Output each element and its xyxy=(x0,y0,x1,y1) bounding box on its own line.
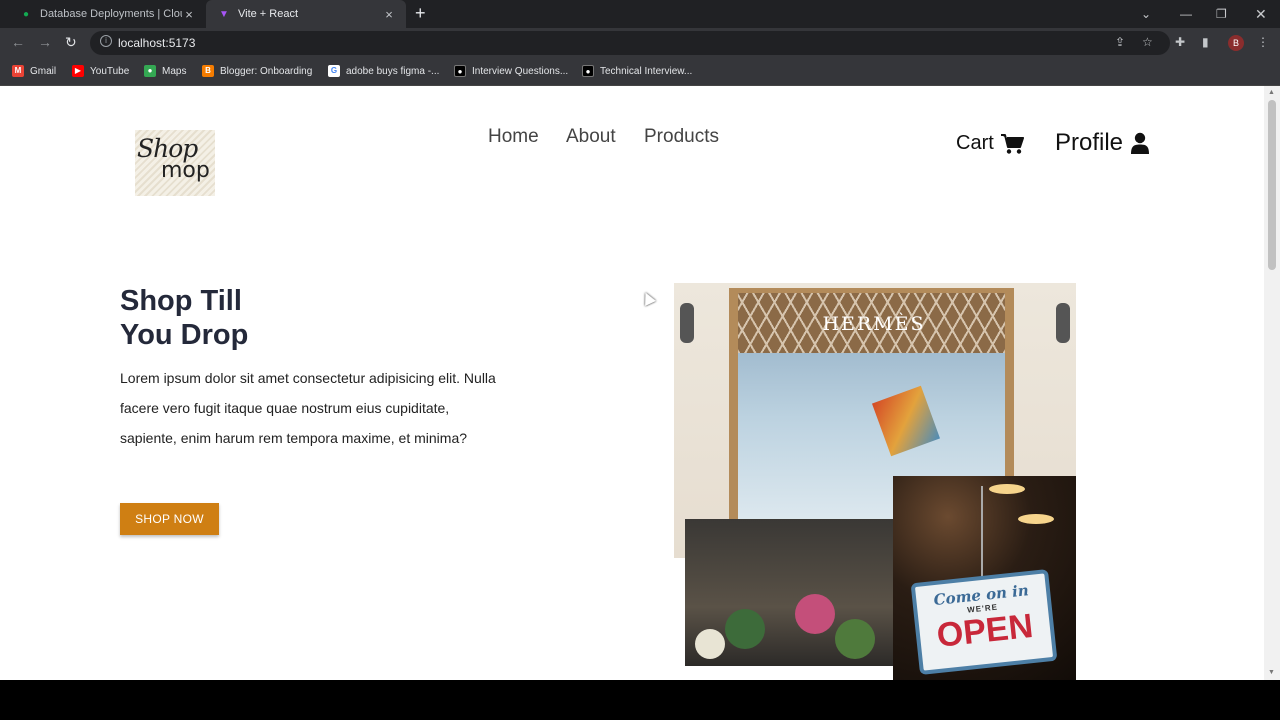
bookmark-label: Maps xyxy=(162,65,187,77)
restore-icon[interactable]: ❐ xyxy=(1216,0,1227,28)
browser-window: ● Database Deployments | Cloud: M × ▼ Vi… xyxy=(0,0,1280,680)
shop-now-button[interactable]: SHOP NOW xyxy=(120,503,219,535)
nav-products[interactable]: Products xyxy=(644,126,719,148)
page-scrollbar[interactable]: ▲ ▼ xyxy=(1264,86,1280,680)
menu-icon[interactable]: ⋮ xyxy=(1257,35,1269,49)
bookmark-star-icon[interactable]: ☆ xyxy=(1142,35,1153,49)
bookmark-gmail[interactable]: M Gmail xyxy=(12,65,56,77)
cart-label: Cart xyxy=(956,132,994,154)
bookmark-label: adobe buys figma -... xyxy=(346,65,440,77)
bookmark-label: Interview Questions... xyxy=(472,65,569,77)
new-tab-icon[interactable]: + xyxy=(415,4,426,22)
youtube-icon: ▶ xyxy=(72,65,84,77)
mongodb-leaf-icon: ● xyxy=(22,8,30,20)
scrollbar-thumb[interactable] xyxy=(1268,100,1276,270)
forward-icon[interactable]: → xyxy=(38,34,52,50)
bookmark-adobe-figma[interactable]: G adobe buys figma -... xyxy=(328,65,439,77)
medium-icon: ● xyxy=(582,65,594,77)
tab-vite-react[interactable]: ▼ Vite + React × xyxy=(206,0,406,28)
tab-search-icon[interactable]: ⌄ xyxy=(1141,0,1151,28)
minimize-icon[interactable]: — xyxy=(1180,0,1192,28)
tab-title: Vite + React xyxy=(238,8,299,20)
profile-label: Profile xyxy=(1055,129,1124,156)
bookmark-maps[interactable]: ● Maps xyxy=(144,65,186,77)
hero-title-line2: You Drop xyxy=(120,319,249,351)
logo-line2: mop xyxy=(161,158,210,183)
scroll-down-icon[interactable]: ▼ xyxy=(1268,669,1275,676)
site-logo[interactable]: Shop mop xyxy=(135,130,215,196)
bookmark-blogger[interactable]: B Blogger: Onboarding xyxy=(202,65,312,77)
close-icon[interactable]: × xyxy=(382,7,396,22)
google-icon: G xyxy=(328,65,340,77)
web-page: Shop mop Home About Products Cart Profil… xyxy=(0,86,1264,680)
profile-link[interactable]: Profile xyxy=(1055,129,1150,157)
bookmark-label: Blogger: Onboarding xyxy=(220,65,313,77)
close-icon[interactable]: × xyxy=(182,7,196,22)
mouse-cursor xyxy=(640,290,656,306)
address-bar[interactable]: i localhost:5173 xyxy=(90,31,1170,55)
hero-title: Shop Till You Drop xyxy=(120,284,248,352)
extensions-icon[interactable]: ✚ xyxy=(1175,35,1185,49)
share-icon[interactable]: ⇪ xyxy=(1115,35,1125,49)
open-sign: Come on in WE'RE OPEN xyxy=(910,569,1058,675)
tab-database-deployments[interactable]: ● Database Deployments | Cloud: M × xyxy=(8,0,206,28)
bookmark-label: Gmail xyxy=(30,65,57,77)
bookmarks-bar: M Gmail ▶ YouTube ● Maps B Blogger: Onbo… xyxy=(0,58,1280,86)
cart-link[interactable]: Cart xyxy=(956,132,1024,155)
browser-toolbar: ← → ↻ i localhost:5173 ⇪ ☆ ✚ ▮ B ⋮ xyxy=(0,28,1280,58)
hero-image-collage: HERMÈS Come on in WE'RE OPEN xyxy=(674,283,1076,680)
bookmark-label: Technical Interview... xyxy=(600,65,693,77)
nav-home[interactable]: Home xyxy=(488,126,539,148)
gmail-icon: M xyxy=(12,65,24,77)
tab-title: Database Deployments | Cloud: M xyxy=(40,8,182,20)
reload-icon[interactable]: ↻ xyxy=(65,34,77,51)
user-icon xyxy=(1131,132,1150,154)
scroll-up-icon[interactable]: ▲ xyxy=(1268,89,1275,96)
bookmark-interview-questions[interactable]: ● Interview Questions... xyxy=(454,65,568,77)
url-text[interactable]: localhost:5173 xyxy=(118,36,195,50)
blogger-icon: B xyxy=(202,65,214,77)
hero-title-line1: Shop Till xyxy=(120,285,242,317)
medium-icon: ● xyxy=(454,65,466,77)
window-close-icon[interactable]: ✕ xyxy=(1255,0,1267,28)
info-icon[interactable]: i xyxy=(100,35,112,47)
maps-icon: ● xyxy=(144,65,156,77)
back-icon[interactable]: ← xyxy=(11,34,25,50)
flower-street-image xyxy=(685,519,893,666)
bookmark-technical-interview[interactable]: ● Technical Interview... xyxy=(582,65,692,77)
storefront-sign: HERMÈS xyxy=(822,313,926,335)
bookmark-label: YouTube xyxy=(90,65,130,77)
tab-strip: ● Database Deployments | Cloud: M × ▼ Vi… xyxy=(0,0,1280,28)
nav-about[interactable]: About xyxy=(566,126,616,148)
cart-icon xyxy=(1000,133,1024,154)
side-panel-icon[interactable]: ▮ xyxy=(1202,35,1209,49)
open-sign-image: Come on in WE'RE OPEN xyxy=(893,476,1076,680)
hero-description: Lorem ipsum dolor sit amet consectetur a… xyxy=(120,370,496,446)
vite-icon: ▼ xyxy=(219,8,229,20)
bookmark-youtube[interactable]: ▶ YouTube xyxy=(72,65,129,77)
profile-avatar[interactable]: B xyxy=(1228,35,1244,51)
